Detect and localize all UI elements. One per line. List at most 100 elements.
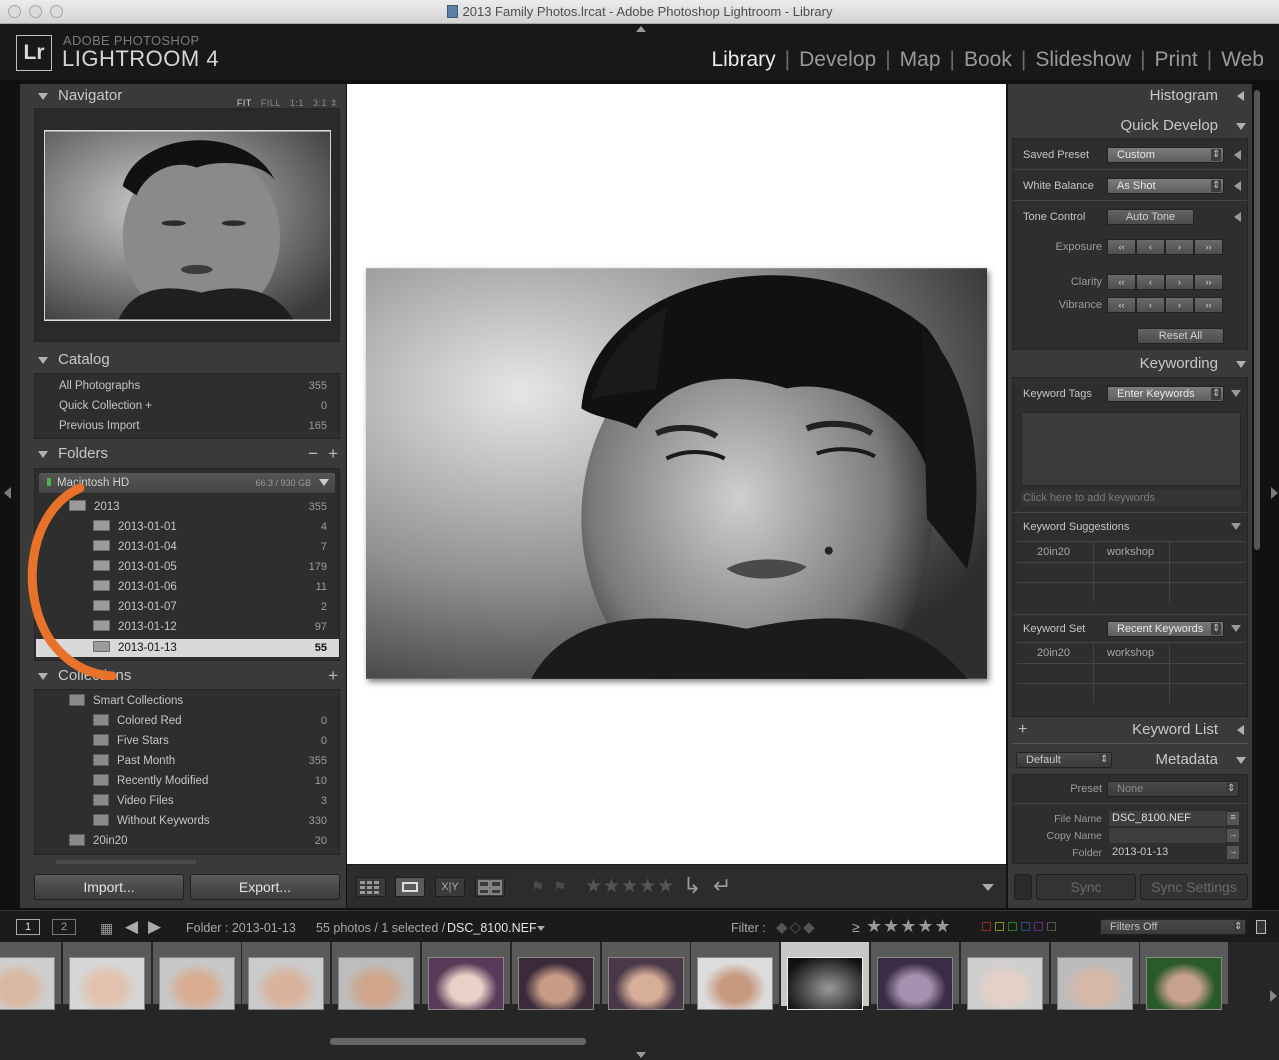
exposure-decrease-large[interactable]: ‹‹ — [1107, 239, 1136, 255]
folders-header[interactable]: Folders − + — [20, 442, 346, 466]
filmstrip-cell[interactable] — [152, 942, 241, 1010]
copy-name-arrow-icon[interactable]: → — [1227, 829, 1239, 842]
vibrance-decrease-large[interactable]: ‹‹ — [1107, 297, 1136, 313]
keyword-tags-textarea[interactable] — [1021, 412, 1241, 486]
remove-folder-icon[interactable]: − — [308, 442, 318, 466]
rotate-left-icon[interactable]: ↳ — [683, 873, 701, 899]
keyword-tags-select[interactable]: Enter Keywords — [1107, 386, 1224, 402]
export-button[interactable]: Export... — [190, 874, 340, 900]
thumbnail-image[interactable] — [697, 957, 774, 1010]
vibrance-increase-large[interactable]: ›› — [1194, 297, 1223, 313]
survey-view-button[interactable] — [475, 877, 505, 897]
navigator-header[interactable]: Navigator FIT FILL 1:1 3:1 ⇕ — [20, 84, 346, 108]
tone-control-expand-icon[interactable] — [1234, 212, 1241, 222]
vibrance-increase[interactable]: › — [1165, 297, 1194, 313]
loupe-view-button[interactable] — [395, 877, 425, 897]
module-map[interactable]: Map — [893, 48, 948, 72]
secondary-window-button[interactable]: 2 — [52, 919, 76, 935]
rating-operator[interactable]: ≥ — [852, 919, 860, 935]
navigator-preview-image[interactable] — [44, 130, 331, 321]
exposure-increase[interactable]: › — [1165, 239, 1194, 255]
catalog-header[interactable]: Catalog — [20, 348, 346, 372]
filmstrip-cell[interactable] — [871, 942, 959, 1010]
white-balance-select[interactable]: As Shot — [1107, 178, 1224, 194]
filmstrip-right-arrow-icon[interactable] — [1270, 990, 1277, 1002]
color-label-filter[interactable] — [982, 922, 1056, 931]
metadata-preset-value-select[interactable]: None — [1107, 781, 1239, 797]
white-balance-expand-icon[interactable] — [1234, 181, 1241, 191]
import-button[interactable]: Import... — [34, 874, 184, 900]
thumbnail-image[interactable] — [0, 957, 55, 1010]
primary-window-button[interactable]: 1 — [16, 919, 40, 935]
filmstrip-source[interactable]: Folder : 2013-01-13 — [186, 921, 296, 935]
toolbar-options-icon[interactable] — [982, 884, 994, 891]
rating-filter[interactable]: ★★★★★ — [866, 916, 952, 937]
publish-services-header[interactable] — [56, 860, 196, 864]
flag-reject-icon[interactable]: ⚑ — [553, 878, 566, 896]
filmstrip-cell[interactable] — [242, 942, 331, 1010]
thumbnail-image[interactable] — [517, 957, 594, 1010]
filmstrip-cell[interactable] — [1050, 942, 1139, 1010]
zoom-fit[interactable]: FIT — [237, 98, 252, 108]
zoom-3-1[interactable]: 3:1 — [313, 98, 327, 108]
add-keyword-icon[interactable]: + — [1018, 718, 1027, 742]
add-keywords-input[interactable]: Click here to add keywords — [1021, 490, 1241, 506]
keyword-set-expand-icon[interactable] — [1231, 625, 1241, 632]
filters-select[interactable]: Filters Off — [1100, 919, 1246, 935]
volume-collapse-icon[interactable] — [319, 479, 329, 486]
hide-filmstrip-icon[interactable] — [636, 1052, 646, 1058]
sync-settings-button[interactable]: Sync Settings — [1140, 874, 1248, 900]
module-develop[interactable]: Develop — [792, 48, 883, 72]
hide-left-panel-icon[interactable] — [4, 487, 11, 499]
histogram-header[interactable]: Histogram — [1008, 84, 1252, 108]
catalog-item-all-photographs[interactable]: All Photographs 355 — [59, 376, 339, 396]
file-name-field[interactable]: DSC_8100.NEF — [1109, 811, 1226, 826]
vibrance-decrease[interactable]: ‹ — [1136, 297, 1165, 313]
module-print[interactable]: Print — [1148, 48, 1205, 72]
keyword-suggestions-expand-icon[interactable] — [1231, 523, 1241, 530]
reset-all-button[interactable]: Reset All — [1137, 328, 1224, 344]
rotate-right-icon[interactable]: ↵ — [713, 873, 731, 899]
metadata-preset-select[interactable]: Default — [1016, 752, 1112, 768]
thumbnail-image[interactable] — [158, 957, 235, 1010]
back-arrow-icon[interactable]: ◀ — [125, 917, 138, 937]
clarity-increase[interactable]: › — [1165, 274, 1194, 290]
filmstrip-cell[interactable] — [1140, 942, 1229, 1010]
smart-collection-row[interactable]: Recently Modified 10 — [93, 771, 339, 791]
keyword-list-header[interactable]: + Keyword List — [1008, 718, 1252, 742]
clarity-decrease-large[interactable]: ‹‹ — [1107, 274, 1136, 290]
filmstrip-cell[interactable] — [601, 942, 690, 1010]
metadata-header[interactable]: Default Metadata — [1008, 748, 1252, 772]
keyword-set-item[interactable]: workshop — [1107, 647, 1154, 659]
smart-collection-row[interactable]: Past Month 355 — [93, 751, 339, 771]
thumbnail-image[interactable] — [338, 957, 415, 1010]
flag-pick-icon[interactable]: ⚑ — [531, 878, 544, 896]
catalog-item-previous-import[interactable]: Previous Import 165 — [59, 416, 339, 436]
grid-shortcut-icon[interactable]: ▦ — [100, 920, 113, 937]
zoom-fill[interactable]: FILL — [261, 98, 281, 108]
exposure-decrease[interactable]: ‹ — [1136, 239, 1165, 255]
flag-filter-icons[interactable]: ◆◇◆ — [776, 918, 817, 936]
thumbnail-image[interactable] — [966, 957, 1043, 1010]
filmstrip-cell[interactable] — [422, 942, 510, 1010]
module-library[interactable]: Library — [704, 48, 782, 72]
saved-preset-expand-icon[interactable] — [1234, 150, 1241, 160]
zoom-1-1[interactable]: 1:1 — [290, 98, 304, 108]
thumbnail-image[interactable] — [607, 957, 684, 1010]
auto-tone-button[interactable]: Auto Tone — [1107, 209, 1194, 225]
filmstrip-cell-selected[interactable] — [781, 942, 870, 1010]
hide-right-panel-icon[interactable] — [1271, 487, 1278, 499]
keywording-header[interactable]: Keywording — [1008, 352, 1252, 376]
add-collection-icon[interactable]: + — [328, 664, 338, 688]
thumbnail-image[interactable] — [248, 957, 325, 1010]
filmstrip-selected-file[interactable]: DSC_8100.NEF — [447, 921, 537, 935]
module-slideshow[interactable]: Slideshow — [1028, 48, 1138, 72]
filename-dropdown-icon[interactable] — [537, 926, 545, 931]
sync-toggle-button[interactable] — [1014, 874, 1032, 900]
smart-collection-row[interactable]: Without Keywords 330 — [93, 811, 339, 831]
main-photo[interactable] — [366, 268, 987, 679]
clarity-decrease[interactable]: ‹ — [1136, 274, 1165, 290]
filmstrip-cell[interactable] — [0, 942, 61, 1010]
right-panel-scrollbar[interactable] — [1254, 90, 1260, 550]
filmstrip-scrollbar[interactable] — [330, 1038, 586, 1045]
